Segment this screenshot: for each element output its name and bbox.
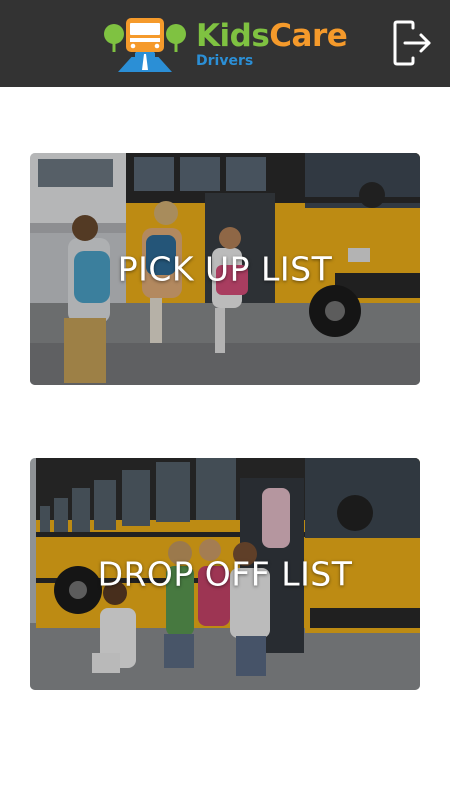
pickup-list-card[interactable]: PICK UP LIST: [30, 153, 420, 385]
brand-subtitle: Drivers: [196, 53, 254, 69]
app-header: KidsCare Drivers: [0, 0, 450, 87]
brand-part-care: Care: [269, 18, 348, 54]
school-bus-logo-icon: [104, 18, 186, 72]
pickup-list-label: PICK UP LIST: [117, 249, 333, 289]
app-logo: KidsCare Drivers: [100, 12, 360, 74]
dropoff-list-label: DROP OFF LIST: [97, 554, 353, 594]
dropoff-list-card[interactable]: DROP OFF LIST: [30, 458, 420, 690]
logout-button[interactable]: [389, 18, 435, 68]
brand-part-kids: Kids: [196, 18, 270, 54]
brand-name: KidsCare: [196, 18, 348, 54]
logout-icon: [393, 20, 431, 66]
